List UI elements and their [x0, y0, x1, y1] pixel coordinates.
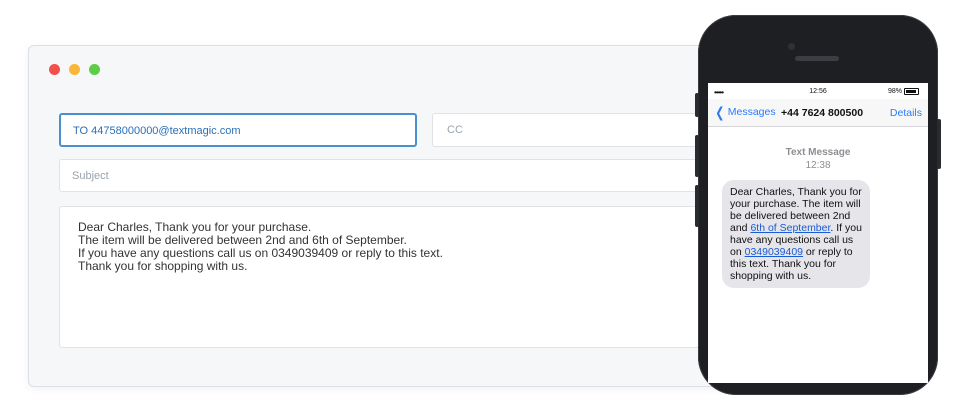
mute-switch [695, 93, 699, 117]
to-field-value: TO 44758000000@textmagic.com [73, 125, 241, 137]
power-button [937, 119, 941, 169]
minimize-window-dot[interactable] [69, 64, 80, 75]
message-type-label: Text Message [785, 147, 851, 158]
message-header: Text Message 12:38 [708, 146, 928, 172]
message-time: 12:38 [805, 160, 831, 171]
back-label: Messages [727, 106, 776, 118]
battery-percent: 98% [887, 88, 902, 95]
email-composer-window: TO 44758000000@textmagic.com CC Subject … [28, 45, 790, 387]
front-camera [788, 43, 795, 50]
body-line: Thank you for shopping with us. [78, 259, 248, 273]
battery-indicator: 98% [888, 88, 919, 95]
cc-placeholder: CC [447, 124, 463, 136]
back-button[interactable]: ❮ Messages [714, 104, 776, 120]
window-controls [49, 64, 100, 75]
phone-screen: ••••• 12:56 98% ❮ Messages +44 7624 8005… [708, 83, 928, 383]
status-bar: ••••• 12:56 98% [708, 83, 928, 99]
close-window-dot[interactable] [49, 64, 60, 75]
battery-icon [904, 88, 919, 95]
subject-placeholder: Subject [72, 170, 109, 182]
date-link[interactable]: 6th of September [750, 222, 830, 234]
incoming-message-bubble: Dear Charles, Thank you for your purchas… [722, 180, 870, 288]
message-body-text: Dear Charles, Thank you for your purchas… [78, 221, 443, 273]
details-button[interactable]: Details [890, 107, 922, 119]
maximize-window-dot[interactable] [89, 64, 100, 75]
volume-up-button [695, 135, 699, 177]
contact-number-title: +44 7624 800500 [781, 107, 864, 119]
volume-down-button [695, 185, 699, 227]
chevron-left-icon: ❮ [715, 104, 725, 120]
to-field[interactable]: TO 44758000000@textmagic.com [59, 113, 417, 147]
message-body-field[interactable]: Dear Charles, Thank you for your purchas… [59, 206, 759, 348]
subject-field[interactable]: Subject [59, 159, 759, 192]
messages-nav-bar: ❮ Messages +44 7624 800500 Details [708, 99, 928, 127]
phone-number-link[interactable]: 0349039409 [745, 246, 803, 258]
earpiece-speaker [795, 56, 839, 61]
phone-mockup: ••••• 12:56 98% ❮ Messages +44 7624 8005… [695, 15, 941, 395]
